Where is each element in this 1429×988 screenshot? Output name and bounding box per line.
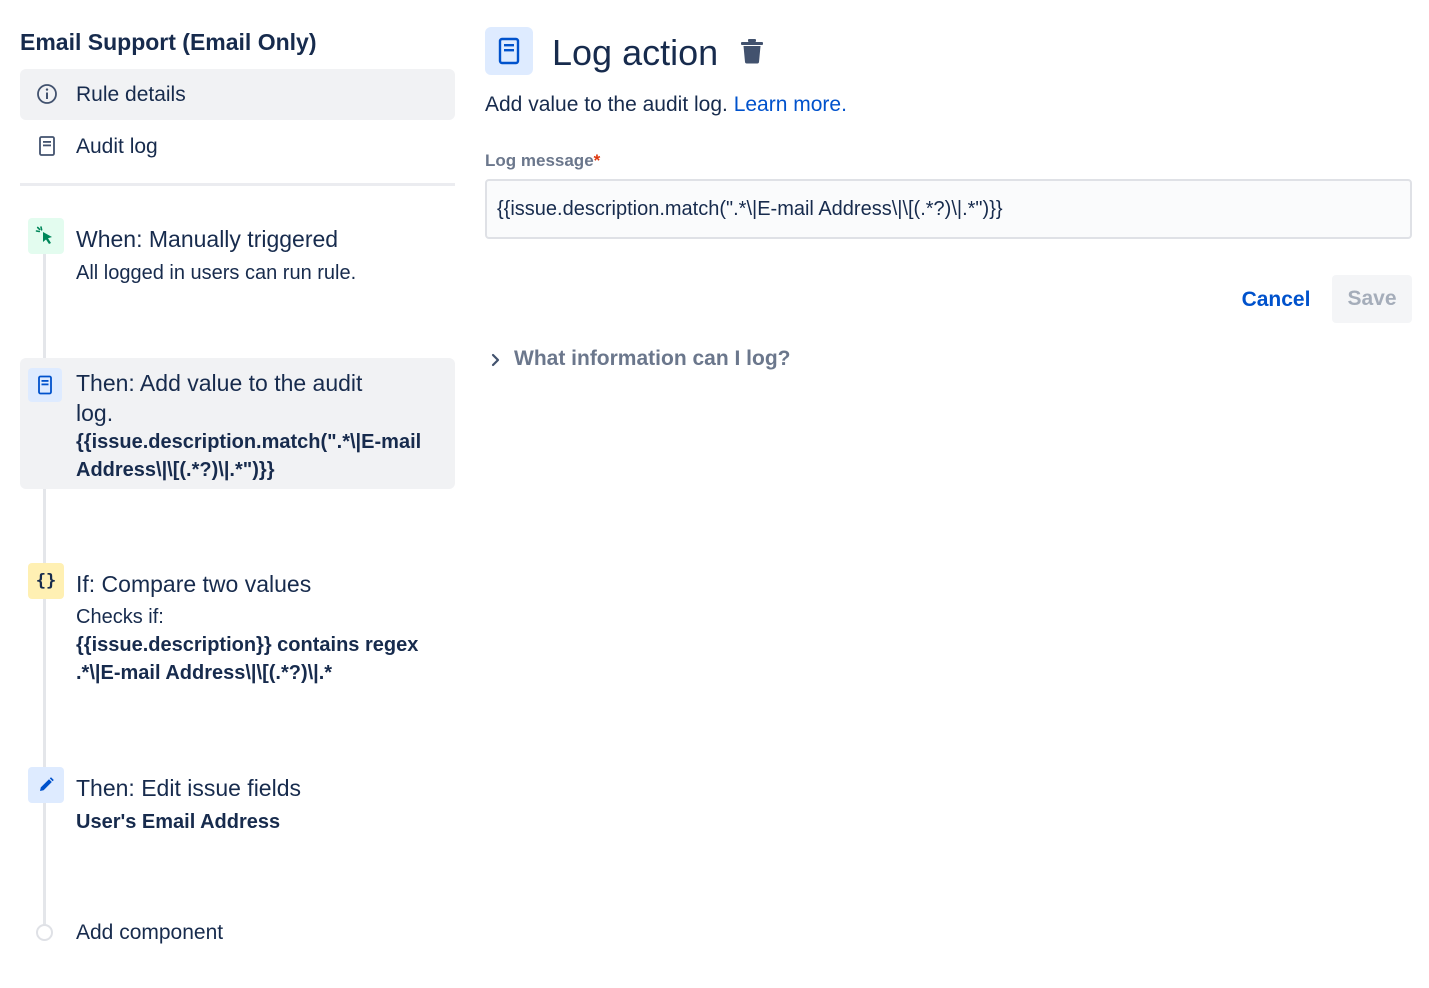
sidebar-divider (20, 183, 455, 186)
required-asterisk: * (593, 151, 601, 170)
log-badge (28, 368, 62, 402)
trigger-badge (28, 218, 64, 254)
cursor-click-icon (35, 226, 52, 244)
component-edit-fields[interactable]: Then: Edit issue fields User's Email Add… (20, 764, 455, 844)
component-detail: User's Email Address (76, 811, 281, 833)
nav-label: Rule details (76, 83, 186, 106)
document-icon (38, 375, 52, 395)
save-button[interactable]: Save (1332, 275, 1412, 323)
log-action-header-icon (485, 27, 533, 75)
component-subtitle: All logged in users can run rule. (76, 262, 357, 284)
pencil-icon (40, 777, 54, 791)
component-trigger[interactable]: When: Manually triggered All logged in u… (20, 215, 455, 305)
chevron-right-icon[interactable] (488, 350, 504, 370)
document-icon (498, 37, 520, 65)
braces-icon: {} (35, 571, 57, 591)
condition-badge: {} (28, 563, 64, 599)
rule-title: Email Support (Email Only) (20, 29, 317, 55)
description-text: Add value to the audit log. (485, 93, 728, 116)
component-title: When: Manually triggered (76, 226, 339, 252)
learn-more-link[interactable]: Learn more. (734, 93, 847, 116)
cancel-button[interactable]: Cancel (1230, 276, 1322, 324)
log-message-label: Log message* (485, 151, 600, 171)
component-log-action[interactable]: Then: Add value to the audit log. {{issu… (20, 358, 455, 489)
trash-icon[interactable] (740, 38, 764, 64)
field-label-text: Log message (485, 151, 594, 170)
nav-audit-log[interactable]: Audit log (20, 121, 455, 172)
log-message-input[interactable] (487, 181, 1410, 237)
component-condition[interactable]: {} If: Compare two values Checks if: {{i… (20, 560, 455, 690)
nav-rule-details[interactable]: Rule details (20, 69, 455, 120)
edit-badge (28, 767, 64, 803)
nav-label: Audit log (76, 135, 158, 158)
component-title: Then: Add value to the audit log. (76, 370, 363, 426)
log-message-field[interactable] (485, 179, 1412, 239)
document-icon (39, 136, 55, 156)
component-title: Then: Edit issue fields (76, 775, 302, 801)
component-detail: {{issue.description}} contains regex .*\… (76, 634, 419, 684)
add-component-button[interactable]: Add component (76, 921, 223, 945)
info-icon (37, 84, 57, 104)
page-title: Log action (552, 32, 719, 73)
description: Add value to the audit log. Learn more. (485, 93, 847, 117)
component-title: If: Compare two values (76, 571, 312, 597)
component-subtitle: Checks if: (76, 606, 164, 628)
add-component-dot (36, 924, 53, 941)
info-expander[interactable]: What information can I log? (514, 347, 791, 371)
component-detail: {{issue.description.match(".*\|E-mail Ad… (76, 431, 422, 481)
